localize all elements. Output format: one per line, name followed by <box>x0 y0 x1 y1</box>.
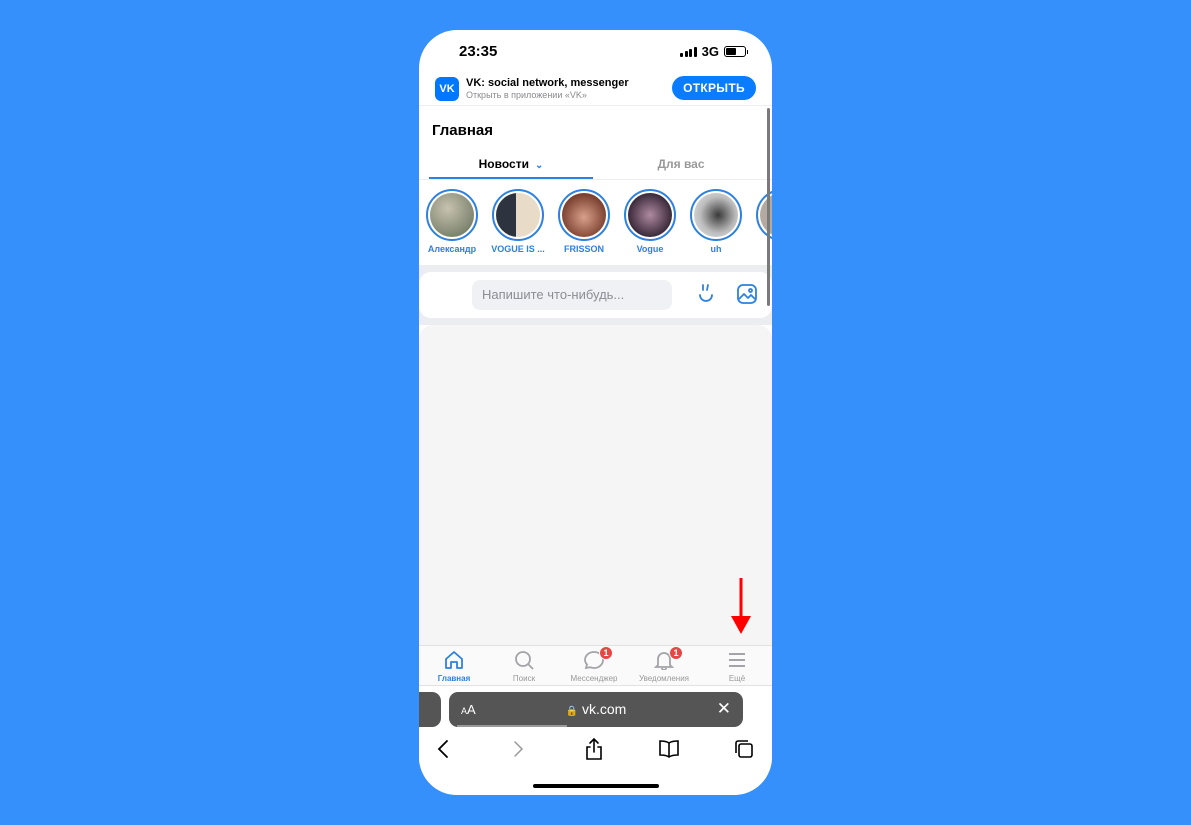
chevron-down-icon[interactable]: ⌄ <box>535 160 543 171</box>
story-item[interactable]: VOGUE IS ... <box>485 189 551 254</box>
story-item[interactable]: Александр <box>419 189 485 254</box>
close-icon[interactable]: ✕ <box>717 699 731 719</box>
story-avatar <box>628 193 672 237</box>
home-indicator <box>533 784 659 788</box>
phone-screen: 23:35 3G VK VK: social network, messenge… <box>419 30 772 795</box>
tab-news[interactable]: Новости ⌄ <box>429 157 593 171</box>
story-name: FRISSON <box>563 244 604 254</box>
post-composer: Напишите что-нибудь... <box>419 272 772 318</box>
post-input[interactable]: Напишите что-нибудь... <box>472 280 672 310</box>
notifications-badge: 1 <box>669 646 683 660</box>
bottom-nav: Главная Поиск 1 Мессенджер 1 Уведомления <box>419 645 772 686</box>
address-bar[interactable]: AA 🔒 vk.com ✕ <box>449 692 743 727</box>
active-tab-indicator <box>429 177 593 179</box>
story-avatar <box>430 193 474 237</box>
nav-label: Ещё <box>728 674 746 683</box>
story-name: Vogue <box>636 244 664 254</box>
app-banner: VK VK: social network, messenger Открыть… <box>419 72 772 106</box>
load-progress <box>457 725 567 727</box>
nav-label: Уведомления <box>638 674 690 683</box>
messenger-badge: 1 <box>599 646 613 660</box>
nav-more[interactable]: Ещё <box>702 650 772 683</box>
story-avatar <box>694 193 738 237</box>
nav-label: Главная <box>437 674 471 683</box>
scrollbar[interactable] <box>767 108 770 306</box>
lock-icon: 🔒 <box>565 706 579 717</box>
story-name: VOGUE IS ... <box>491 244 545 254</box>
nav-label: Поиск <box>512 674 536 683</box>
nav-home[interactable]: Главная <box>419 650 489 683</box>
vk-logo-icon: VK <box>435 77 459 101</box>
nav-notifications[interactable]: 1 Уведомления <box>629 646 699 683</box>
home-icon <box>443 650 465 670</box>
status-bar: 23:35 3G <box>419 30 772 72</box>
feed-loading-placeholder <box>419 325 772 645</box>
bookmarks-icon[interactable] <box>656 736 682 762</box>
tab-news-label: Новости <box>478 157 529 171</box>
menu-icon <box>726 650 748 670</box>
feed-tabs: Новости ⌄ Для вас <box>419 153 772 180</box>
story-avatar <box>562 193 606 237</box>
bell-icon: 1 <box>653 646 683 671</box>
signal-icon <box>680 46 697 57</box>
nav-label: Мессенджер <box>570 674 618 683</box>
story-avatar <box>760 193 772 237</box>
story-item[interactable]: Vogue <box>617 189 683 254</box>
app-banner-subtitle: Открыть в приложении «VK» <box>466 90 587 100</box>
previous-tab-preview[interactable] <box>419 692 441 727</box>
back-icon[interactable] <box>430 736 456 762</box>
annotation-arrow-icon <box>731 578 751 634</box>
message-icon: 1 <box>583 646 613 670</box>
nav-messenger[interactable]: 1 Мессенджер <box>559 646 629 683</box>
app-banner-title: VK: social network, messenger <box>466 77 629 89</box>
tabs-icon[interactable] <box>731 736 757 762</box>
forward-icon[interactable] <box>506 736 532 762</box>
stories-row: Александр VOGUE IS ... FRISSON Vogue uh … <box>419 187 772 265</box>
battery-icon <box>724 46 748 57</box>
story-avatar <box>496 193 540 237</box>
story-name: uh <box>710 244 722 254</box>
open-app-button[interactable]: ОТКРЫТЬ <box>672 76 756 100</box>
photo-icon[interactable] <box>735 282 759 306</box>
url-text: 🔒 vk.com <box>565 701 627 717</box>
tab-for-you[interactable]: Для вас <box>599 157 763 171</box>
story-item[interactable]: FRISSON <box>551 189 617 254</box>
nav-search[interactable]: Поиск <box>489 650 559 683</box>
page-title: Главная <box>432 122 494 139</box>
story-name: Александр <box>427 244 477 254</box>
share-icon[interactable] <box>581 736 607 762</box>
network-type: 3G <box>701 44 719 59</box>
story-rabbit-icon[interactable] <box>694 282 718 306</box>
safari-toolbar: AA 🔒 vk.com ✕ <box>419 686 772 795</box>
search-icon <box>513 650 535 670</box>
story-item[interactable]: uh <box>683 189 749 254</box>
status-time: 23:35 <box>459 43 498 60</box>
